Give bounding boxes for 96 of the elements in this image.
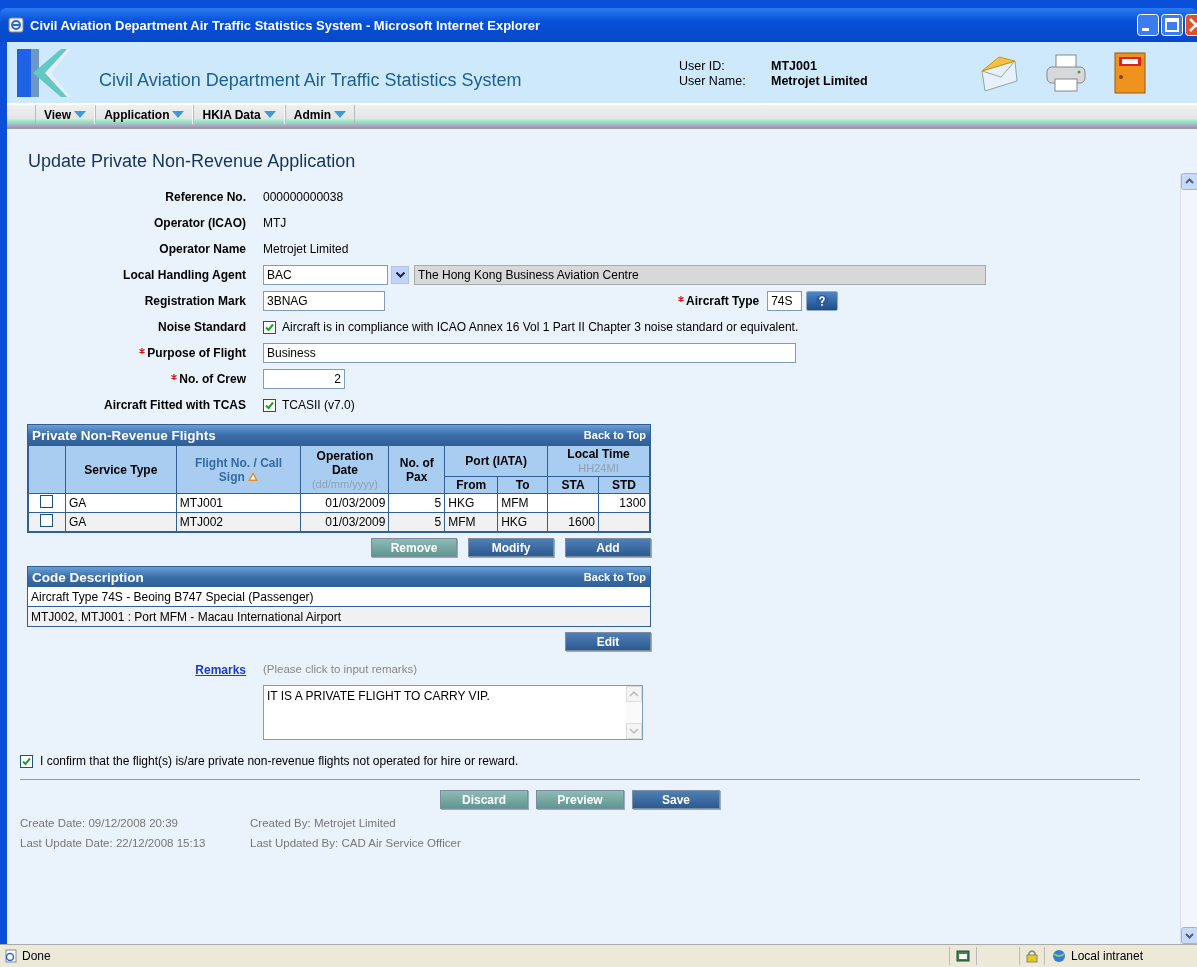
field-value: MTJ — [263, 216, 287, 230]
check-icon — [265, 400, 274, 410]
field-label: Aircraft Fitted with TCAS — [103, 398, 247, 412]
printer-icon — [1045, 52, 1087, 93]
column-header: No. of Pax — [388, 445, 445, 494]
back-to-top-link[interactable]: Back to Top — [583, 571, 646, 583]
table-cell: 5 — [388, 493, 445, 513]
section-title: Code Description — [32, 569, 144, 585]
scroll-up-icon — [626, 686, 642, 702]
audit-text: Create Date: 09/12/2008 20:39 — [20, 817, 179, 829]
field-label: No. of Crew — [20, 372, 263, 386]
section-title: Private Non-Revenue Flights — [32, 427, 216, 443]
field-label: Registration Mark — [143, 294, 247, 308]
window-title: Civil Aviation Department Air Traffic Statistics System - Microsoft Internet Explorer — [30, 17, 541, 33]
site-title: Civil Aviation Department Air Traffic Statistics System — [99, 70, 523, 91]
menu-item[interactable]: HKIA Data — [193, 105, 285, 124]
globe-icon — [1051, 949, 1067, 963]
audit-text: Created By: Metrojet Limited — [250, 817, 397, 829]
user-id-label: User ID: — [679, 58, 726, 74]
field-value: 000000000038 — [263, 190, 344, 204]
lock-icon — [1026, 949, 1038, 963]
table-cell: GA — [65, 493, 177, 513]
field-label: Aircraft Type — [678, 294, 760, 308]
table-cell: HKG — [444, 493, 498, 513]
menu-item[interactable]: View — [35, 105, 96, 124]
chevron-down-icon — [395, 272, 405, 278]
checkbox-label: Aircraft is in compliance with ICAO Annex 16 Vol 1 Part II Chapter 3 noise standard or equivalent. — [282, 320, 799, 334]
button[interactable]: Save — [632, 790, 720, 809]
user-name-label: User Name: — [679, 73, 747, 89]
input-field[interactable]: 2 — [263, 369, 345, 389]
field-label: Noise Standard — [156, 320, 247, 334]
sort-ascending-icon — [248, 471, 259, 481]
table-cell: 01/03/2009 — [300, 493, 389, 513]
browser-icon — [8, 17, 24, 33]
dropdown[interactable]: BAC — [263, 265, 388, 285]
field-label: Purpose of Flight — [20, 346, 263, 360]
caret-icon — [334, 111, 347, 118]
column-header: Operation Date (dd/mm/yyyy) — [300, 445, 389, 494]
check-icon — [22, 756, 31, 766]
page-icon — [4, 949, 18, 963]
scroll-down-icon — [626, 723, 642, 739]
remarks-link[interactable]: Remarks — [195, 663, 246, 677]
confirm-text: I confirm that the flight(s) is/are private non-revenue flights not operated for hire or reward. — [40, 754, 519, 768]
checkbox[interactable] — [40, 495, 54, 508]
exit-door-icon — [1113, 50, 1147, 95]
input-field[interactable]: 74S — [767, 291, 803, 311]
table-cell: MFM — [497, 493, 548, 513]
menu-item[interactable]: Application — [95, 105, 194, 124]
format-hint: HH24MI — [578, 462, 619, 474]
user-name: Metrojet Limited — [771, 73, 869, 89]
field-label: Local Handling Agent — [122, 268, 247, 282]
input-field[interactable]: 3BNAG — [263, 291, 385, 311]
page-title: Update Private Non-Revenue Application — [28, 151, 357, 172]
dropdown-button[interactable] — [391, 266, 409, 284]
audit-text: Last Update Date: 22/12/2008 15:13 — [20, 837, 207, 849]
scroll-up-icon — [1181, 173, 1197, 190]
format-hint: (dd/mm/yyyy) — [311, 477, 378, 490]
button[interactable]: Modify — [468, 538, 554, 557]
field-label: Operator (ICAO) — [153, 216, 247, 230]
check-icon — [265, 322, 274, 332]
description-field: The Hong Kong Business Aviation Centre — [414, 265, 986, 285]
scrollbar[interactable] — [1180, 173, 1197, 944]
column-header: Service Type — [65, 445, 177, 494]
checkbox-label: TCASII (v7.0) — [282, 398, 355, 412]
scroll-down-icon — [1181, 927, 1197, 944]
maximize-icon — [1161, 14, 1183, 36]
checkbox[interactable] — [263, 398, 276, 412]
checkbox[interactable] — [40, 514, 54, 527]
checkbox[interactable] — [263, 320, 276, 334]
hint-text: (Please click to input remarks) — [263, 663, 418, 677]
field-value: Metrojet Limited — [263, 242, 349, 256]
table-cell: 1300 — [598, 493, 650, 513]
caret-icon — [74, 111, 87, 118]
user-id: MTJ001 — [771, 58, 818, 74]
back-to-top-link[interactable]: Back to Top — [583, 429, 646, 441]
column-header: Port (IATA) — [444, 445, 548, 477]
field-label: Reference No. — [164, 190, 247, 204]
caret-icon — [172, 111, 185, 118]
input-field[interactable]: Business — [263, 343, 796, 363]
column-header: Local Time HH24MI — [547, 445, 650, 477]
audit-text: Last Updated By: CAD Air Service Officer — [250, 837, 462, 849]
help-button[interactable] — [806, 291, 839, 311]
field-label: Operator Name — [158, 242, 247, 256]
minimize-icon — [1137, 14, 1159, 36]
security-zone: Local intranet — [1071, 949, 1144, 963]
button[interactable]: Add — [565, 538, 651, 557]
table-cell: MTJ001 — [176, 493, 301, 513]
help-icon — [816, 295, 829, 307]
remarks-textarea[interactable]: IT IS A PRIVATE FLIGHT TO CARRY VIP. — [263, 685, 643, 740]
button[interactable]: Edit — [565, 632, 651, 651]
status-text: Done — [22, 949, 51, 963]
window-icon — [956, 949, 970, 963]
logo-icon — [17, 46, 71, 99]
close-icon — [1185, 14, 1197, 36]
caret-icon — [263, 111, 276, 118]
checkbox[interactable] — [20, 754, 33, 768]
